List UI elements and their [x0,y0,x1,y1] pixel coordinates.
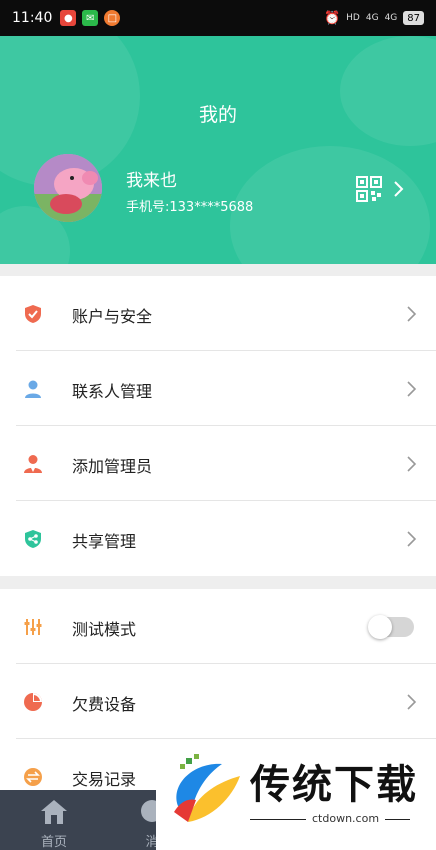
section-gap [0,576,436,589]
menu-item-test-mode: 测试模式 [0,589,436,664]
hd-indicator: HD [346,13,360,23]
alarm-icon: ⏰ [323,10,341,26]
user-phone: 手机号:133****5688 [126,200,254,215]
status-right: ⏰ HD 4G 4G 87 [324,11,424,26]
avatar-image [34,154,102,222]
toggle-knob [368,615,392,639]
profile-chevron-right-icon[interactable] [392,180,406,198]
menu-label: 添加管理员 [72,457,153,476]
sliders-icon [24,619,42,635]
admin-person-icon [24,455,42,473]
test-mode-toggle[interactable] [368,615,414,639]
battery-indicator: 87 [403,11,424,25]
chevron-right-icon [407,306,417,322]
chevron-right-icon [407,694,417,710]
chevron-right-icon [407,456,417,472]
menu-item-account-security[interactable]: 账户与安全 [0,276,436,351]
header-decoration [340,36,436,146]
status-time: 11:40 [12,10,53,26]
menu-label: 交易记录 [72,770,137,789]
section-gap [0,264,436,276]
menu-item-add-admin[interactable]: 添加管理员 [0,426,436,501]
person-icon [25,380,41,398]
watermark-logo-icon [174,754,240,822]
page-title: 我的 [198,104,237,126]
menu-item-overdue-devices[interactable]: 欠费设备 [0,664,436,739]
menu-label: 欠费设备 [72,695,137,714]
pie-chart-icon [24,693,42,711]
shield-check-icon [25,305,41,323]
header-decoration [230,146,430,264]
menu-label: 测试模式 [72,620,137,639]
app-icon: □ [104,10,121,26]
qq-icon: ● [60,10,77,26]
network-indicator-2: 4G [384,13,398,23]
avatar[interactable] [34,154,102,222]
profile-header: 我的 我来也 手机号:133****5688 [0,36,436,264]
menu-item-contacts[interactable]: 联系人管理 [0,351,436,426]
nav-item-home[interactable]: 首页 [14,790,94,850]
watermark-site: ctdown.com [306,812,386,825]
exchange-icon [24,768,42,786]
menu-label: 共享管理 [72,532,137,551]
chevron-right-icon [407,381,417,397]
menu-item-share-management[interactable]: 共享管理 [0,501,436,576]
chevron-right-icon [407,531,417,547]
status-bar: 11:40 ● ✉ □ ⏰ HD 4G 4G 87 [0,0,436,36]
watermark-brand: 传统下载 [250,762,418,808]
share-shield-icon [25,530,41,548]
user-name: 我来也 [126,171,177,191]
network-indicator-1: 4G [365,13,379,23]
watermark: 传统下载 ctdown.com [156,740,436,850]
menu-label: 联系人管理 [72,382,153,401]
qr-code-icon[interactable] [356,176,382,202]
wechat-icon: ✉ [82,10,99,26]
menu-label: 账户与安全 [72,307,153,326]
nav-label-home: 首页 [40,835,67,850]
home-icon [41,800,67,824]
